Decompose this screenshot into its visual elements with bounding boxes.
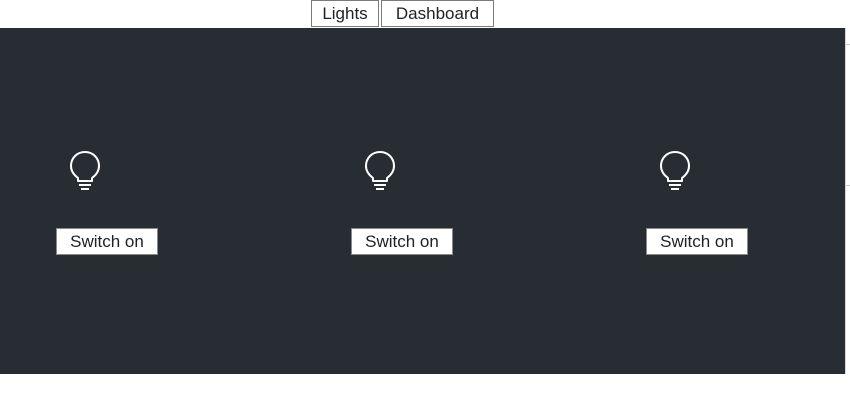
scrollbar-track[interactable] xyxy=(845,28,850,374)
lightbulb-icon xyxy=(660,151,690,190)
lightbulb-icon xyxy=(70,151,100,190)
switch-on-button[interactable]: Switch on xyxy=(351,228,453,255)
nav-dashboard-button[interactable]: Dashboard xyxy=(381,0,494,27)
light-card: Switch on xyxy=(351,150,471,260)
switch-on-button[interactable]: Switch on xyxy=(646,228,748,255)
light-card: Switch on xyxy=(646,150,766,260)
scrollbar-tick xyxy=(846,44,850,45)
switch-on-button[interactable]: Switch on xyxy=(56,228,158,255)
nav-lights-button[interactable]: Lights xyxy=(311,0,379,27)
top-nav: Lights Dashboard xyxy=(0,0,850,28)
scrollbar-tick xyxy=(846,185,850,186)
lightbulb-icon xyxy=(365,151,395,190)
light-card: Switch on xyxy=(56,150,176,260)
